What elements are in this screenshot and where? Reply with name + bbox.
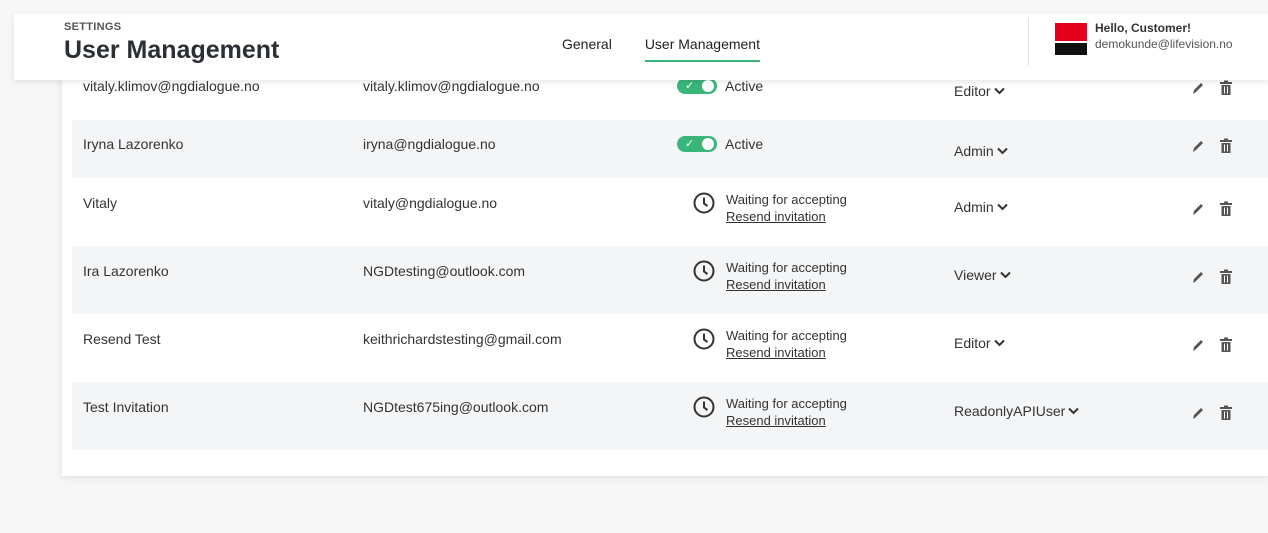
status-active: ✓ Active [677,78,763,94]
role-dropdown[interactable]: ReadonlyAPIUser [954,403,1079,419]
table-row: Iryna Lazorenko iryna@ngdialogue.no ✓ Ac… [72,120,1268,178]
status-label: Waiting for accepting [726,328,847,343]
status-label: Active [725,136,764,152]
clock-icon [693,260,715,282]
clock-icon [693,192,715,214]
status-waiting: Waiting for accepting Resend invitation [693,192,847,226]
row-actions [1191,80,1233,96]
user-name: Test Invitation [83,399,169,415]
clock-icon [693,328,715,350]
settings-caption: SETTINGS [64,21,122,33]
pencil-icon[interactable] [1191,337,1205,353]
user-email: NGDtest675ing@outlook.com [363,399,549,415]
table-row: Test Invitation NGDtest675ing@outlook.co… [72,382,1268,450]
active-toggle[interactable]: ✓ [677,136,717,152]
status-waiting: Waiting for accepting Resend invitation [693,396,847,430]
chevron-down-icon [1068,407,1079,415]
role-label: ReadonlyAPIUser [954,403,1066,419]
resend-invitation-link[interactable]: Resend invitation [726,344,847,362]
pencil-icon[interactable] [1191,269,1205,285]
role-dropdown[interactable]: Editor [954,83,1005,99]
row-actions [1191,269,1233,285]
trash-icon[interactable] [1219,80,1233,96]
user-greeting: Hello, Customer! demokunde@lifevision.no [1095,21,1233,51]
user-name: Resend Test [83,331,161,347]
user-greeting-name: Hello, Customer! [1095,21,1192,35]
pencil-icon[interactable] [1191,201,1205,217]
active-toggle[interactable]: ✓ [677,78,717,94]
user-email: iryna@ngdialogue.no [363,136,496,152]
user-menu[interactable]: Hello, Customer! demokunde@lifevision.no [1028,18,1233,66]
role-dropdown[interactable]: Admin [954,199,1008,215]
user-name: Iryna Lazorenko [83,136,184,152]
pencil-icon[interactable] [1191,405,1205,421]
tab-user-management[interactable]: User Management [644,36,760,62]
trash-icon[interactable] [1219,201,1233,217]
row-actions [1191,405,1233,421]
users-card: vitaly.klimov@ngdialogue.no vitaly.klimo… [62,60,1268,476]
status-label: Waiting for accepting [726,192,847,207]
status-label: Active [725,78,764,94]
clock-icon [693,396,715,418]
trash-icon[interactable] [1219,138,1233,154]
users-table: vitaly.klimov@ngdialogue.no vitaly.klimo… [72,60,1268,450]
status-waiting: Waiting for accepting Resend invitation [693,328,847,362]
trash-icon[interactable] [1219,337,1233,353]
status-label: Waiting for accepting [726,260,847,275]
user-email-label: demokunde@lifevision.no [1095,37,1233,51]
chevron-down-icon [996,147,1008,155]
status-active: ✓ Active [677,136,763,152]
trash-icon[interactable] [1219,269,1233,285]
chevron-down-icon [996,203,1008,211]
role-label: Admin [954,143,994,159]
user-email: vitaly@ngdialogue.no [363,195,498,211]
role-dropdown[interactable]: Editor [954,335,1005,351]
status-label: Waiting for accepting [726,396,847,411]
settings-header: SETTINGS User Management General User Ma… [14,14,1268,80]
user-name: Vitaly [83,195,117,211]
chevron-down-icon [999,271,1011,279]
role-label: Editor [954,335,991,351]
pencil-icon[interactable] [1191,138,1205,154]
role-dropdown[interactable]: Viewer [954,267,1011,283]
role-label: Admin [954,199,994,215]
table-row: Resend Test keithrichardstesting@gmail.c… [72,314,1268,382]
user-management-page: vitaly.klimov@ngdialogue.no vitaly.klimo… [0,0,1268,533]
tab-general[interactable]: General [562,36,612,62]
role-dropdown[interactable]: Admin [954,143,1008,159]
table-row: Ira Lazorenko NGDtesting@outlook.com Wai… [72,246,1268,314]
user-email: keithrichardstesting@gmail.com [363,331,562,347]
user-name: vitaly.klimov@ngdialogue.no [83,78,260,94]
user-email: NGDtesting@outlook.com [363,263,526,279]
trash-icon[interactable] [1219,405,1233,421]
resend-invitation-link[interactable]: Resend invitation [726,208,847,226]
row-actions [1191,201,1233,217]
settings-tabs: General User Management [562,36,760,62]
resend-invitation-link[interactable]: Resend invitation [726,412,847,430]
pencil-icon[interactable] [1191,80,1205,96]
row-actions [1191,138,1233,154]
chevron-down-icon [993,339,1005,347]
role-label: Editor [954,83,991,99]
avatar [1055,23,1087,55]
row-actions [1191,337,1233,353]
status-waiting: Waiting for accepting Resend invitation [693,260,847,294]
resend-invitation-link[interactable]: Resend invitation [726,276,847,294]
page-title: User Management [64,36,280,64]
user-name: Ira Lazorenko [83,263,169,279]
chevron-down-icon [993,87,1005,95]
user-email: vitaly.klimov@ngdialogue.no [363,78,540,94]
table-row: Vitaly vitaly@ngdialogue.no Waiting for … [72,178,1268,246]
role-label: Viewer [954,267,997,283]
